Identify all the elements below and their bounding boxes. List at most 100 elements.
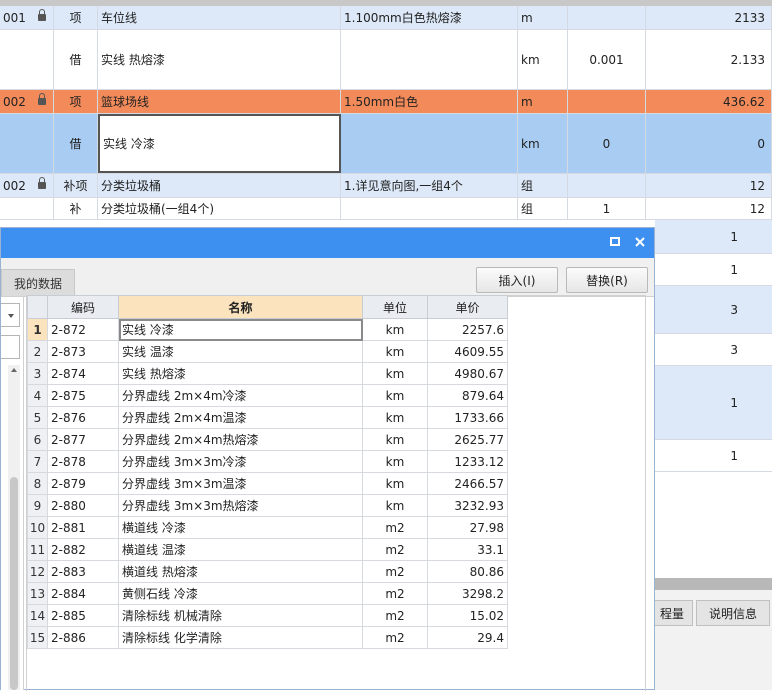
row-total: 1 (730, 448, 738, 463)
row-name-editing[interactable]: 实线 冷漆 (98, 114, 341, 173)
table-row[interactable]: 3 (655, 334, 772, 366)
table-row[interactable]: 10 2-881 横道线 冷漆 m2 27.98 (27, 516, 508, 539)
chevron-down-icon (8, 314, 14, 318)
maximize-icon[interactable] (607, 234, 623, 250)
row-index: 5 (27, 406, 48, 429)
row-code: 2-882 (47, 538, 119, 561)
row-qty (568, 174, 646, 197)
row-unit: km (362, 384, 428, 407)
row-price: 29.4 (427, 626, 508, 649)
table-row[interactable]: 3 2-874 实线 热熔漆 km 4980.67 (27, 362, 508, 385)
header-price[interactable]: 单价 (427, 295, 508, 319)
row-index: 1 (27, 318, 48, 341)
table-row[interactable]: 8 2-879 分界虚线 3m×3m温漆 km 2466.57 (27, 472, 508, 495)
table-row[interactable]: 1 (655, 220, 772, 254)
row-qty (568, 90, 646, 113)
row-unit: m (518, 6, 568, 29)
row-type: 项 (54, 90, 98, 113)
row-type: 项 (54, 6, 98, 29)
row-unit: m2 (362, 604, 428, 627)
category-dropdown[interactable] (1, 303, 20, 327)
table-row[interactable]: 7 2-878 分界虚线 3m×3m冷漆 km 1233.12 (27, 450, 508, 473)
table-row[interactable]: 借 实线 热熔漆 km 0.001 2.133 (0, 30, 772, 90)
table-row[interactable]: 补 分类垃圾桶(一组4个) 组 1 12 (0, 198, 772, 220)
scrollbar-thumb[interactable] (10, 477, 18, 690)
row-index: 2 (27, 340, 48, 363)
table-row[interactable]: 1 (655, 366, 772, 440)
dialog-titlebar[interactable] (1, 228, 654, 258)
table-row[interactable]: 001 项 车位线 1.100mm白色热熔漆 m 2133 (0, 6, 772, 30)
row-total: 3 (730, 302, 738, 317)
close-icon[interactable] (632, 234, 648, 250)
row-price: 27.98 (427, 516, 508, 539)
table-row[interactable]: 11 2-882 横道线 温漆 m2 33.1 (27, 538, 508, 561)
table-row[interactable]: 1 (655, 254, 772, 286)
table-row[interactable]: 9 2-880 分界虚线 3m×3m热熔漆 km 3232.93 (27, 494, 508, 517)
row-index: 3 (27, 362, 48, 385)
row-type: 借 (54, 30, 98, 89)
row-price: 4609.55 (427, 340, 508, 363)
table-row[interactable]: 12 2-883 横道线 热熔漆 m2 80.86 (27, 560, 508, 583)
row-code: 2-881 (47, 516, 119, 539)
table-row[interactable]: 4 2-875 分界虚线 2m×4m冷漆 km 879.64 (27, 384, 508, 407)
tab-description[interactable]: 说明信息 (696, 600, 770, 626)
row-total: 12 (646, 198, 772, 219)
row-unit: km (362, 494, 428, 517)
table-row[interactable]: 14 2-885 清除标线 机械清除 m2 15.02 (27, 604, 508, 627)
row-code: 2-873 (47, 340, 119, 363)
row-code: 2-878 (47, 450, 119, 473)
table-row[interactable]: 3 (655, 286, 772, 334)
scroll-up-icon[interactable] (8, 365, 20, 375)
table-row[interactable]: 002 项 篮球场线 1.50mm白色 m 436.62 (0, 90, 772, 114)
table-row[interactable]: 2 2-873 实线 温漆 km 4609.55 (27, 340, 508, 363)
row-unit: m2 (362, 582, 428, 605)
row-price: 1733.66 (427, 406, 508, 429)
row-code: 001 (3, 10, 26, 25)
row-name: 分界虚线 3m×3m热熔漆 (118, 494, 363, 517)
row-index: 4 (27, 384, 48, 407)
row-name: 分界虚线 2m×4m冷漆 (118, 384, 363, 407)
tab-quantity[interactable]: 程量 (652, 600, 693, 626)
table-row[interactable]: 13 2-884 黄侧石线 冷漆 m2 3298.2 (27, 582, 508, 605)
header-unit[interactable]: 单位 (362, 295, 428, 319)
row-qty: 1 (568, 198, 646, 219)
row-name: 分界虚线 2m×4m热熔漆 (118, 428, 363, 451)
row-index: 13 (27, 582, 48, 605)
header-code[interactable]: 编码 (47, 295, 119, 319)
row-name: 篮球场线 (98, 90, 341, 113)
row-name: 分界虚线 3m×3m冷漆 (118, 450, 363, 473)
scrollbar[interactable] (8, 365, 20, 690)
row-name: 横道线 温漆 (118, 538, 363, 561)
header-index (27, 295, 48, 319)
row-total: 3 (730, 342, 738, 357)
divider (655, 578, 772, 590)
row-price: 2625.77 (427, 428, 508, 451)
table-row[interactable]: 002 补项 分类垃圾桶 1.详见意向图,一组4个 组 12 (0, 174, 772, 198)
row-code: 2-875 (47, 384, 119, 407)
table-row[interactable]: 1 (655, 440, 772, 472)
row-price: 3298.2 (427, 582, 508, 605)
table-row[interactable]: 15 2-886 清除标线 化学清除 m2 29.4 (27, 626, 508, 649)
row-name: 实线 热熔漆 (98, 30, 341, 89)
insert-button[interactable]: 插入(I) (476, 267, 558, 293)
replace-button[interactable]: 替换(R) (566, 267, 648, 293)
table-row[interactable]: 5 2-876 分界虚线 2m×4m温漆 km 1733.66 (27, 406, 508, 429)
table-row-selected[interactable]: 借 实线 冷漆 km 0 0 (0, 114, 772, 174)
row-unit: km (518, 114, 568, 173)
row-spec: 1.详见意向图,一组4个 (341, 174, 518, 197)
row-index: 9 (27, 494, 48, 517)
row-name: 实线 温漆 (118, 340, 363, 363)
search-input[interactable] (1, 335, 20, 359)
row-total: 0 (646, 114, 772, 173)
row-total: 1 (730, 229, 738, 244)
lock-icon (38, 9, 46, 21)
tab-label: 我的数据 (13, 276, 62, 291)
table-row[interactable]: 6 2-877 分界虚线 2m×4m热熔漆 km 2625.77 (27, 428, 508, 451)
row-name: 实线 冷漆 (118, 318, 363, 341)
quota-table: 编码 名称 单位 单价 1 2-872 实线 冷漆 km 2257.6 2 2-873 实线 … (27, 295, 508, 649)
tab-my-data[interactable]: 我的数据 (1, 269, 75, 296)
row-code: 2-880 (47, 494, 119, 517)
header-name[interactable]: 名称 (118, 295, 363, 319)
table-row[interactable]: 1 2-872 实线 冷漆 km 2257.6 (27, 318, 508, 341)
row-unit: m2 (362, 560, 428, 583)
